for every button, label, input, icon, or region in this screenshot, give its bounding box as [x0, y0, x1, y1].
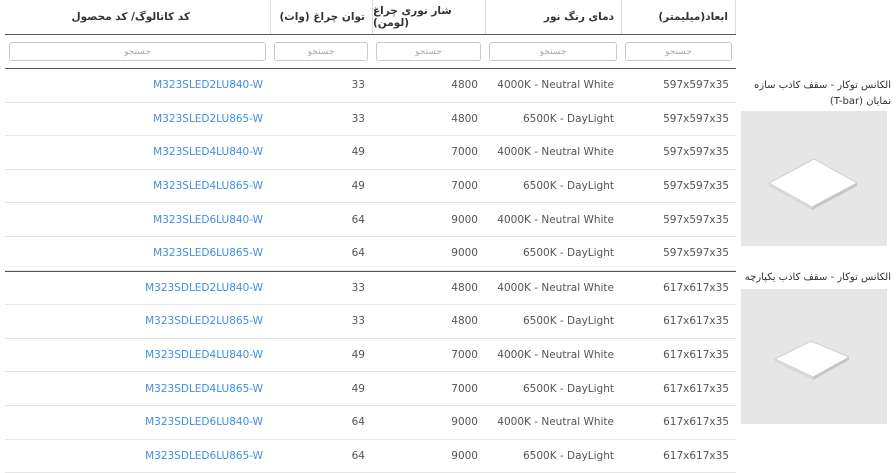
cell-power: 49 — [351, 382, 365, 395]
cell-power: 64 — [351, 213, 365, 226]
cell-color-temp: 4000K - Neutral White — [497, 79, 614, 92]
cell-power: 33 — [351, 112, 365, 125]
search-input-dimensions[interactable] — [625, 42, 732, 61]
cell-dimensions: 617x617x35 — [663, 449, 729, 462]
product-code-link[interactable]: M323SDLED2LU865-W — [145, 315, 263, 327]
table-row[interactable]: 597x597x35 6500K - DayLight 9000 64 M323… — [5, 237, 736, 271]
cell-dimensions: 597x597x35 — [663, 213, 729, 226]
cell-color-temp: 6500K - DayLight — [522, 449, 614, 462]
cell-color-temp: 6500K - DayLight — [522, 382, 614, 395]
table-row[interactable]: 597x597x35 6500K - DayLight 7000 49 M323… — [5, 170, 736, 204]
column-header-power[interactable]: توان چراغ (وات) — [270, 0, 372, 34]
table-row[interactable]: 617x617x35 6500K - DayLight 7000 49 M323… — [5, 372, 736, 406]
cell-dimensions: 597x597x35 — [663, 247, 729, 260]
cell-color-temp: 4000K - Neutral White — [497, 213, 614, 226]
cell-color-temp: 4000K - Neutral White — [497, 281, 614, 294]
cell-luminous-flux: 7000 — [451, 146, 478, 159]
product-code-link[interactable]: M323SDLED4LU840-W — [145, 349, 263, 361]
cell-dimensions: 597x597x35 — [663, 112, 729, 125]
group-1-product-image[interactable] — [741, 111, 887, 246]
product-code-link[interactable]: M323SDLED2LU840-W — [145, 282, 263, 294]
cell-luminous-flux: 4800 — [451, 79, 478, 92]
product-code-link[interactable]: M323SLED6LU865-W — [153, 247, 263, 259]
filter-row — [5, 35, 736, 68]
cell-color-temp: 4000K - Neutral White — [497, 349, 614, 362]
cell-power: 64 — [351, 416, 365, 429]
cell-luminous-flux: 7000 — [451, 180, 478, 193]
product-code-link[interactable]: M323SDLED4LU865-W — [145, 383, 263, 395]
search-input-color-temp[interactable] — [489, 42, 617, 61]
cell-luminous-flux: 7000 — [451, 382, 478, 395]
table-row[interactable]: 597x597x35 4000K - Neutral White 9000 64… — [5, 203, 736, 237]
cell-dimensions: 617x617x35 — [663, 382, 729, 395]
cell-color-temp: 6500K - DayLight — [522, 112, 614, 125]
cell-dimensions: 617x617x35 — [663, 281, 729, 294]
cell-color-temp: 6500K - DayLight — [522, 180, 614, 193]
table-row[interactable]: 617x617x35 6500K - DayLight 9000 64 M323… — [5, 440, 736, 473]
group-1-side: الکانس توکار - سقف کاذب سازه نمایان (T-b… — [741, 78, 891, 110]
product-code-link[interactable]: M323SDLED6LU840-W — [145, 416, 263, 428]
cell-power: 49 — [351, 349, 365, 362]
cell-luminous-flux: 9000 — [451, 213, 478, 226]
square-panel-light-icon — [773, 340, 851, 380]
cell-luminous-flux: 4800 — [451, 112, 478, 125]
group-2-title: الکانس توکار - سقف کاذب یکپارچه — [744, 272, 891, 283]
column-header-dimensions[interactable]: ابعاد(میلیمتر) — [621, 0, 736, 34]
table-row[interactable]: 617x617x35 6500K - DayLight 4800 33 M323… — [5, 305, 736, 339]
search-input-catalog-code[interactable] — [9, 42, 266, 61]
product-code-link[interactable]: M323SLED2LU840-W — [153, 79, 263, 91]
table-row[interactable]: 617x617x35 4000K - Neutral White 7000 49… — [5, 339, 736, 373]
cell-dimensions: 597x597x35 — [663, 79, 729, 92]
cell-power: 33 — [351, 79, 365, 92]
table-header: ابعاد(میلیمتر) دمای رنگ نور شار نوری چرا… — [5, 0, 736, 35]
cell-luminous-flux: 9000 — [451, 416, 478, 429]
cell-color-temp: 4000K - Neutral White — [497, 416, 614, 429]
group-2-side: الکانس توکار - سقف کاذب یکپارچه — [741, 270, 891, 286]
table-row[interactable]: 617x617x35 4000K - Neutral White 4800 33… — [5, 270, 736, 306]
cell-dimensions: 597x597x35 — [663, 180, 729, 193]
product-table-page: الکانس توکار - سقف کاذب سازه نمایان (T-b… — [0, 0, 896, 473]
search-input-power[interactable] — [274, 42, 368, 61]
cell-color-temp: 4000K - Neutral White — [497, 146, 614, 159]
square-panel-light-icon — [767, 158, 859, 210]
table-row[interactable]: 597x597x35 6500K - DayLight 4800 33 M323… — [5, 103, 736, 137]
product-code-link[interactable]: M323SLED6LU840-W — [153, 214, 263, 226]
product-table: ابعاد(میلیمتر) دمای رنگ نور شار نوری چرا… — [5, 0, 736, 473]
product-code-link[interactable]: M323SLED4LU840-W — [153, 146, 263, 158]
cell-dimensions: 617x617x35 — [663, 416, 729, 429]
group-1-title: الکانس توکار - سقف کاذب سازه نمایان (T-b… — [754, 80, 891, 107]
table-row[interactable]: 597x597x35 4000K - Neutral White 4800 33… — [5, 68, 736, 103]
cell-power: 64 — [351, 449, 365, 462]
cell-dimensions: 597x597x35 — [663, 146, 729, 159]
cell-color-temp: 6500K - DayLight — [522, 247, 614, 260]
column-header-luminous-flux[interactable]: شار نوری چراغ (لومن) — [372, 0, 485, 34]
product-code-link[interactable]: M323SLED2LU865-W — [153, 113, 263, 125]
cell-color-temp: 6500K - DayLight — [522, 315, 614, 328]
cell-power: 49 — [351, 180, 365, 193]
group-2-product-image[interactable] — [741, 289, 887, 424]
cell-luminous-flux: 4800 — [451, 315, 478, 328]
cell-luminous-flux: 7000 — [451, 349, 478, 362]
product-code-link[interactable]: M323SDLED6LU865-W — [145, 450, 263, 462]
column-header-color-temp[interactable]: دمای رنگ نور — [485, 0, 621, 34]
cell-power: 33 — [351, 281, 365, 294]
cell-power: 33 — [351, 315, 365, 328]
cell-luminous-flux: 9000 — [451, 247, 478, 260]
cell-power: 64 — [351, 247, 365, 260]
product-code-link[interactable]: M323SLED4LU865-W — [153, 180, 263, 192]
cell-luminous-flux: 9000 — [451, 449, 478, 462]
cell-dimensions: 617x617x35 — [663, 315, 729, 328]
search-input-luminous-flux[interactable] — [376, 42, 481, 61]
table-row[interactable]: 617x617x35 4000K - Neutral White 9000 64… — [5, 406, 736, 440]
cell-luminous-flux: 4800 — [451, 281, 478, 294]
cell-dimensions: 617x617x35 — [663, 349, 729, 362]
table-row[interactable]: 597x597x35 4000K - Neutral White 7000 49… — [5, 136, 736, 170]
cell-power: 49 — [351, 146, 365, 159]
column-header-catalog-code[interactable]: کد کاتالوگ/ کد محصول — [5, 0, 270, 34]
